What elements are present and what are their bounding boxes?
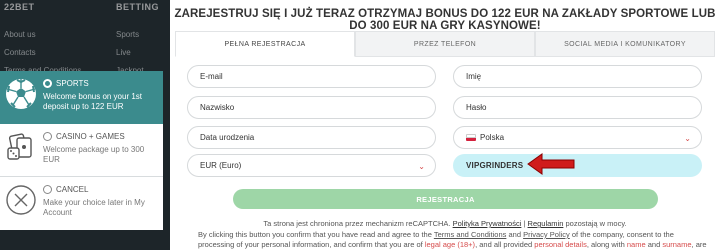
legal-age-highlight: legal age (18+)	[424, 240, 476, 249]
casino-radio[interactable]	[43, 132, 52, 141]
birth-date-placeholder: Data urodzenia	[200, 133, 255, 142]
consent-segment: and	[508, 230, 521, 239]
email-placeholder: E-mail	[200, 72, 223, 81]
currency-value: EUR (Euro)	[200, 161, 242, 170]
separator: |	[523, 219, 526, 228]
promo-code-value: VIPGRINDERS	[466, 161, 524, 170]
bonus-option-description: Make your choice later in My Account	[43, 198, 145, 217]
password-field[interactable]: Hasło	[453, 96, 702, 119]
register-button[interactable]: REJESTRACJA	[233, 189, 658, 209]
promo-code-field[interactable]: VIPGRINDERS	[453, 154, 702, 177]
dice-cards-icon	[7, 133, 32, 160]
privacy-policy-link[interactable]: Polityka Prywatności	[453, 219, 522, 228]
bonus-option-sports[interactable]: SPORTS Welcome bonus on your 1st deposit…	[0, 71, 163, 124]
bonus-option-description: Welcome package up to 300 EUR	[43, 145, 145, 164]
bonus-option-casino[interactable]: CASINO + GAMES Welcome package up to 300…	[0, 124, 163, 177]
chevron-down-icon: ⌄	[684, 134, 691, 143]
registration-tabs: PEŁNA REJESTRACJA PRZEZ TELEFON SOCIAL M…	[175, 31, 715, 57]
bonus-option-title: CANCEL	[56, 185, 89, 194]
captcha-text: Ta strona jest chroniona przez mechanizm…	[263, 219, 451, 228]
sports-radio[interactable]	[43, 79, 52, 88]
cancel-radio[interactable]	[43, 185, 52, 194]
consent-segment: , along with	[586, 240, 625, 249]
country-select[interactable]: Polska ⌄	[453, 126, 702, 149]
country-value: Polska	[480, 133, 505, 142]
currency-select[interactable]: EUR (Euro) ⌄	[187, 154, 436, 177]
tab-full-registration[interactable]: PEŁNA REJESTRACJA	[175, 31, 355, 57]
soccer-ball-icon	[6, 79, 36, 109]
first-name-field[interactable]: Imię	[453, 65, 702, 88]
consent-segment: and	[647, 240, 661, 249]
bonus-option-title: SPORTS	[56, 79, 89, 88]
close-circle-icon	[6, 185, 36, 215]
consent-text: By clicking this button you confirm that…	[198, 230, 708, 250]
password-placeholder: Hasło	[466, 103, 487, 112]
privacy-policy-link[interactable]: Privacy Policy	[523, 230, 570, 239]
birth-date-field[interactable]: Data urodzenia	[187, 126, 436, 149]
surname-highlight: surname	[662, 240, 692, 249]
rules-link[interactable]: Regulamin	[528, 219, 564, 228]
bonus-option-cancel[interactable]: CANCEL Make your choice later in My Acco…	[0, 177, 163, 230]
bonus-option-title: CASINO + GAMES	[56, 132, 125, 141]
last-name-field[interactable]: Nazwisko	[187, 96, 436, 119]
last-name-placeholder: Nazwisko	[200, 103, 235, 112]
tab-social-media[interactable]: SOCIAL MEDIA I KOMUNIKATORY	[535, 31, 715, 57]
personal-details-highlight: personal details	[534, 240, 587, 249]
tab-by-phone[interactable]: PRZEZ TELEFON	[355, 31, 535, 57]
name-highlight: name	[626, 240, 646, 249]
captcha-notice: Ta strona jest chroniona przez mechanizm…	[170, 219, 720, 228]
email-field[interactable]: E-mail	[187, 65, 436, 88]
consent-segment: , and all provided	[475, 240, 533, 249]
poland-flag-icon	[466, 134, 476, 141]
captcha-text: pozostają w mocy.	[565, 219, 627, 228]
consent-segment: By clicking this button you confirm that…	[198, 230, 432, 239]
modal-heading: ZAREJESTRUJ SIĘ I JUŻ TERAZ OTRZYMAJ BON…	[174, 8, 716, 32]
terms-link[interactable]: Terms and Conditions	[434, 230, 507, 239]
red-arrow-icon	[527, 153, 575, 175]
bonus-option-description: Welcome bonus on your 1st deposit up to …	[43, 92, 143, 111]
first-name-placeholder: Imię	[466, 72, 482, 81]
registration-modal: ZAREJESTRUJ SIĘ I JUŻ TERAZ OTRZYMAJ BON…	[170, 0, 720, 250]
chevron-down-icon: ⌄	[418, 162, 425, 171]
